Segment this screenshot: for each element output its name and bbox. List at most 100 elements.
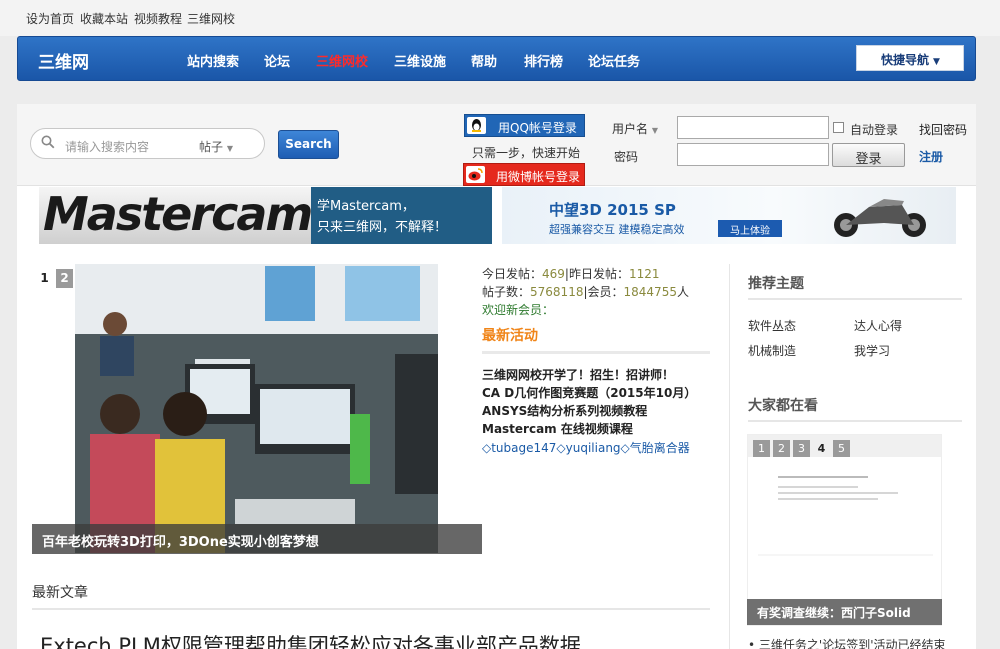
thumb-page-3[interactable]: 3 [793,440,810,457]
main-nav: 三维网 站内搜索 论坛 三维网校 三维设施 帮助 排行榜 论坛任务 快捷导航 ▼ [17,36,976,81]
tag-manufacturing[interactable]: 机械制造 [748,342,796,359]
zw3d-banner[interactable]: 中望3D 2015 SP 超强兼容交互 建模稳定高效 马上体验 [502,187,956,244]
divider [748,298,962,300]
one-step-text: 只需一步，快速开始 [472,146,581,160]
mastercam-text-line1: 学Mastercam， [317,199,415,214]
nav-item-3d-school[interactable]: 三维网校 [316,51,368,70]
sidebar-news-item[interactable]: • 三维任务之'论坛签到'活动已经结束 [748,636,946,649]
quick-nav-label: 快捷导航 [881,53,930,67]
classroom-photo [75,264,438,553]
nav-item-forum-tasks[interactable]: 论坛任务 [588,51,640,70]
sidebar-divider [729,264,730,649]
search-category-select[interactable]: 帖子 ▼ [199,138,233,155]
nav-item-3d-facilities[interactable]: 三维设施 [394,51,446,70]
tag-learning[interactable]: 我学习 [854,342,890,359]
bullet-icon: • [748,638,759,649]
popular-heading: 大家都在看 [748,398,818,414]
post-count-value: 5768118 [530,285,584,299]
thumb-page-5[interactable]: 5 [833,440,850,457]
search-button[interactable]: Search [278,130,339,159]
activity-link-2[interactable]: CA D几何作图竞赛题（2015年10月） [482,384,696,401]
zw3d-banner-title: 中望3D 2015 SP [549,201,676,219]
slideshow-image[interactable] [75,264,438,553]
link-video-tutorials[interactable]: 视频教程 [134,10,182,27]
slide-page-1[interactable]: 1 [36,269,53,288]
search-input[interactable]: 请输入搜索内容 帖子 ▼ [30,128,265,159]
thumb-page-4[interactable]: 4 [813,440,830,457]
article-title-link[interactable]: Extech PLM权限管理帮助集团轻松应对各事业部产品数据 [40,630,581,649]
qq-penguin-icon [467,117,486,134]
zw3d-banner-subtitle: 超强兼容交互 建模稳定高效 [549,223,685,236]
password-field[interactable] [677,143,829,166]
welcome-new-members: 欢迎新会员： [482,303,555,317]
login-button[interactable]: 登录 [832,143,905,167]
sidebar-news-text: 三维任务之'论坛签到'活动已经结束 [758,638,946,649]
site-brand[interactable]: 三维网 [38,48,89,73]
mastercam-banner[interactable]: Mastercam [39,187,311,244]
chevron-down-icon: ▼ [651,126,658,135]
username-label: 用户名 [612,122,649,136]
mastercam-banner-text[interactable]: 学Mastercam， 只来三维网，不解释！ [311,187,492,244]
link-bookmark-site[interactable]: 收藏本站 [80,10,128,27]
mastercam-logo: Mastercam [43,187,311,241]
yesterday-posts-value: 1121 [628,267,660,281]
latest-activities-heading: 最新活动 [482,328,538,344]
post-count-label: 帖子数： [482,285,531,299]
thumb-page-2[interactable]: 2 [773,440,790,457]
activity-link-4[interactable]: Mastercam 在线视频课程 [482,420,633,437]
member-count-label: |会员： [583,285,624,299]
latest-articles-heading: 最新文章 [32,585,88,601]
nav-item-site-search[interactable]: 站内搜索 [187,51,239,70]
chevron-down-icon: ▼ [933,57,940,67]
new-member-list[interactable]: ◇tubage147◇yuqiliang◇气胎离合器 [482,439,690,456]
auto-login-checkbox[interactable] [833,122,844,133]
today-posts-label: 今日发帖： [482,267,543,281]
weibo-login-button[interactable]: 用微博帐号登录 [463,163,585,186]
thumbnail-caption[interactable]: 有奖调查继续：西门子Solid [747,599,942,625]
register-link[interactable]: 注册 [919,148,943,165]
password-label: 密码 [614,150,639,164]
link-set-homepage[interactable]: 设为首页 [26,10,74,27]
yesterday-posts-label: |昨日发帖： [564,267,629,281]
slide-page-2[interactable]: 2 [56,269,73,288]
stats-line-2: 帖子数：5768118|会员：1844755人 [482,283,689,300]
member-unit: 人 [676,285,689,299]
divider [748,420,962,422]
link-3d-school[interactable]: 三维网校 [187,10,235,27]
qq-login-button[interactable]: 用QQ帐号登录 [464,114,585,137]
divider [32,608,710,610]
qq-login-label: 用QQ帐号登录 [498,121,577,135]
search-placeholder: 请输入搜索内容 [65,140,150,154]
forgot-password-link[interactable]: 找回密码 [919,121,967,138]
nav-item-forum[interactable]: 论坛 [264,51,290,70]
top-utility-bar: 设为首页 收藏本站 视频教程 三维网校 [0,0,1000,36]
weibo-icon [466,166,485,183]
mastercam-text-line2: 只来三维网，不解释！ [317,220,448,235]
activity-link-3[interactable]: ANSYS结构分析系列视频教程 [482,402,647,419]
chevron-down-icon: ▼ [226,144,233,153]
screenshot-thumbnail-image [748,435,941,625]
quick-nav-dropdown[interactable]: 快捷导航 ▼ [856,45,964,71]
thumb-page-1[interactable]: 1 [753,440,770,457]
divider [482,351,710,354]
username-field[interactable] [677,116,829,139]
member-count-value: 1844755 [623,285,677,299]
activity-link-1[interactable]: 三维网网校开学了！招生！招讲师！ [482,366,674,383]
nav-item-help[interactable]: 帮助 [471,51,497,70]
auto-login-label: 自动登录 [850,123,899,137]
tag-expert-tips[interactable]: 达人心得 [854,317,902,334]
zw3d-banner-cta[interactable]: 马上体验 [718,220,782,237]
today-posts-value: 469 [542,267,565,281]
motorcycle-image [834,199,926,237]
slideshow-caption[interactable]: 百年老校玩转3D打印，3DOne实现小创客梦想 [32,524,482,554]
mastercam-logo-text: Mastercam [43,187,311,241]
recommended-topics-heading: 推荐主题 [748,276,804,292]
stats-line-1: 今日发帖：469|昨日发帖：1121 [482,265,660,282]
popular-thumbnail[interactable] [747,434,942,626]
search-icon [41,135,55,149]
nav-item-rankings[interactable]: 排行榜 [524,51,563,70]
username-dropdown[interactable]: 用户名 ▼ [612,120,658,137]
tag-software[interactable]: 软件丛态 [748,317,796,334]
weibo-login-label: 用微博帐号登录 [496,170,581,184]
search-category-value: 帖子 [199,140,224,154]
